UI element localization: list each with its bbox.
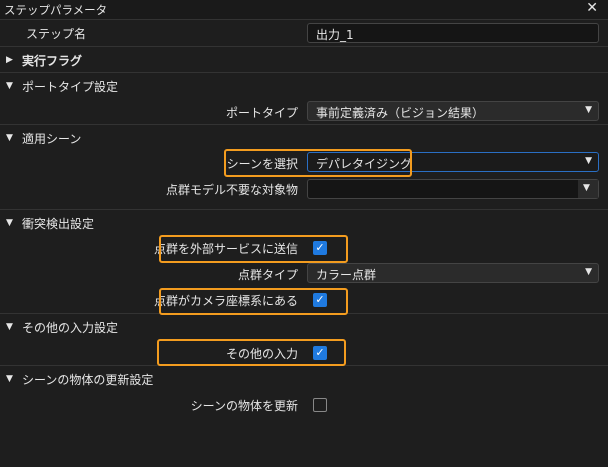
dropdown-arrow-icon: ▼ [583,183,590,193]
section-title: 適用シーン [22,132,82,146]
collapse-arrow-icon: ▼ [6,374,13,384]
dropdown-arrow-icon: ▼ [585,156,592,166]
panel-title: ステップパラメータ [4,3,108,17]
section-port-type[interactable]: ▼ ポートタイプ設定 [0,73,608,99]
port-type-label: ポートタイプ [225,106,298,120]
pointcloud-type-select[interactable]: カラー点群 ▼ [307,263,599,283]
step-name-label: ステップ名 [26,27,87,41]
section-title: 衝突検出設定 [22,217,95,231]
section-exec-flag[interactable]: ▶ 実行フラグ [0,47,608,73]
title-bar: ステップパラメータ ✕ [0,0,608,20]
highlight-box [159,288,348,315]
collapse-arrow-icon: ▼ [6,81,13,91]
section-scene[interactable]: ▼ 適用シーン [0,125,608,150]
section-title: 実行フラグ [22,54,83,68]
section-title: その他の入力設定 [22,321,119,335]
unneeded-objects-select[interactable]: ▼ [307,179,599,199]
section-other-input[interactable]: ▼ その他の入力設定 [0,314,608,340]
section-title: シーンの物体の更新設定 [22,373,154,387]
scene-update-row: シーンの物体を更新 [0,392,608,418]
port-type-select[interactable]: 事前定義済み（ビジョン結果） ▼ [307,101,599,121]
port-type-value: 事前定義済み（ビジョン結果） [316,106,485,120]
port-type-row: ポートタイプ 事前定義済み（ビジョン結果） ▼ [0,99,608,125]
section-scene-update[interactable]: ▼ シーンの物体の更新設定 [0,366,608,392]
dropdown-arrow-icon: ▼ [585,267,592,277]
collapse-arrow-icon: ▼ [6,322,13,332]
section-collision[interactable]: ▼ 衝突検出設定 [0,210,608,235]
unneeded-objects-label: 点群モデル不要な対象物 [165,183,298,197]
scene-update-checkbox[interactable] [313,398,327,412]
collapse-arrow-icon: ▼ [6,133,13,143]
pointcloud-type-row: 点群タイプ カラー点群 ▼ [0,261,608,287]
collapse-arrow-icon: ▼ [6,218,13,228]
highlight-box [224,149,412,177]
unneeded-objects-row: 点群モデル不要な対象物 ▼ [0,176,608,210]
scene-update-label: シーンの物体を更新 [190,399,298,413]
pointcloud-type-value: カラー点群 [316,268,377,282]
close-icon[interactable]: ✕ [586,0,598,16]
pointcloud-type-label: 点群タイプ [237,268,298,282]
highlight-box [159,235,348,263]
dropdown-arrow-icon: ▼ [585,105,592,115]
step-name-input[interactable]: 出力_1 [307,23,599,43]
highlight-box [157,339,346,366]
section-title: ポートタイプ設定 [22,80,119,94]
step-name-row: ステップ名 出力_1 [0,20,608,47]
expand-arrow-icon: ▶ [6,55,13,65]
